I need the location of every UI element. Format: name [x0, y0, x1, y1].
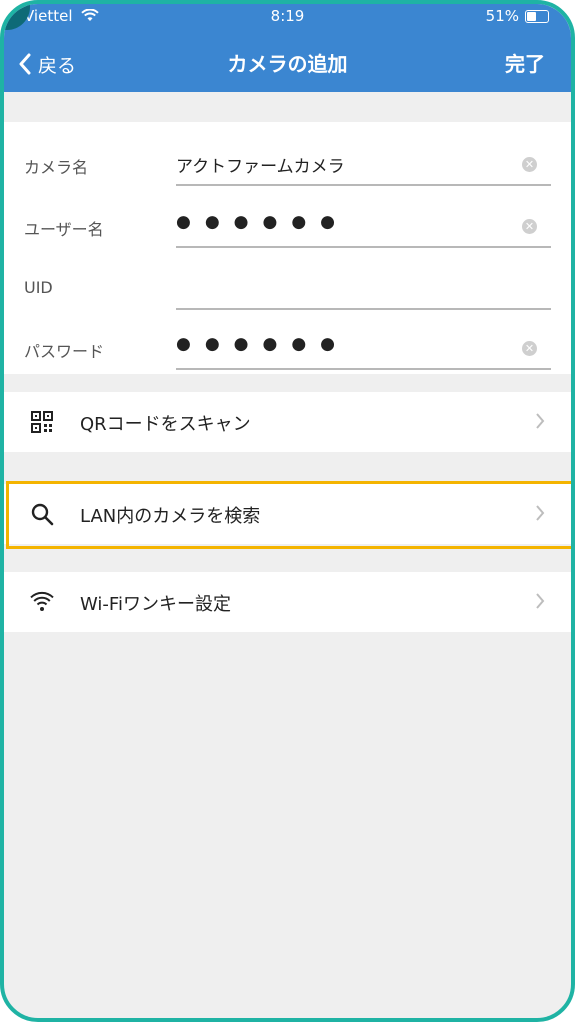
qr-scan-label: QRコードをスキャン	[80, 414, 251, 435]
chevron-right-icon	[536, 413, 545, 429]
password-underline	[176, 368, 551, 370]
wifi-icon	[30, 591, 54, 611]
username-label: ユーザー名	[24, 220, 104, 239]
battery-icon	[525, 9, 549, 23]
camera-name-input[interactable]: アクトファームカメラ	[176, 152, 345, 177]
clear-username-icon[interactable]: ✕	[522, 219, 537, 234]
camera-name-underline	[176, 184, 551, 186]
wifi-setup-label: Wi-Fiワンキー設定	[80, 594, 231, 615]
done-button[interactable]: 完了	[505, 48, 545, 77]
camera-name-row: カメラ名 アクトファームカメラ ✕	[4, 136, 571, 198]
password-label: パスワード	[24, 342, 105, 361]
clear-password-icon[interactable]: ✕	[522, 341, 537, 356]
wifi-setup-item[interactable]: Wi-Fiワンキー設定	[4, 572, 571, 632]
qr-code-icon	[31, 411, 53, 433]
status-battery: 51%	[486, 4, 549, 28]
phone-frame: Viettel 8:19 51% 戻る カメラの追加 完了 カメラ名 アクトファ…	[0, 0, 575, 1022]
battery-percent: 51%	[485, 7, 519, 25]
clear-camera-name-icon[interactable]: ✕	[522, 157, 537, 172]
chevron-right-icon	[536, 593, 545, 609]
qr-scan-item[interactable]: QRコードをスキャン	[4, 392, 571, 452]
uid-row: UID	[4, 260, 571, 322]
camera-name-label: カメラ名	[24, 158, 89, 177]
uid-underline	[176, 308, 551, 310]
password-row: パスワード ●●●●●● ✕	[4, 320, 571, 382]
camera-form: カメラ名 アクトファームカメラ ✕ ユーザー名 ●●●●●● ✕ UID パスワ…	[4, 122, 571, 374]
page-title: カメラの追加	[227, 52, 348, 76]
highlight-box	[6, 481, 571, 549]
username-input[interactable]: ●●●●●●	[176, 212, 349, 232]
navigation-bar: Viettel 8:19 51% 戻る カメラの追加 完了	[4, 4, 571, 92]
username-underline	[176, 246, 551, 248]
username-row: ユーザー名 ●●●●●● ✕	[4, 198, 571, 260]
password-input[interactable]: ●●●●●●	[176, 334, 349, 354]
uid-label: UID	[24, 278, 53, 297]
